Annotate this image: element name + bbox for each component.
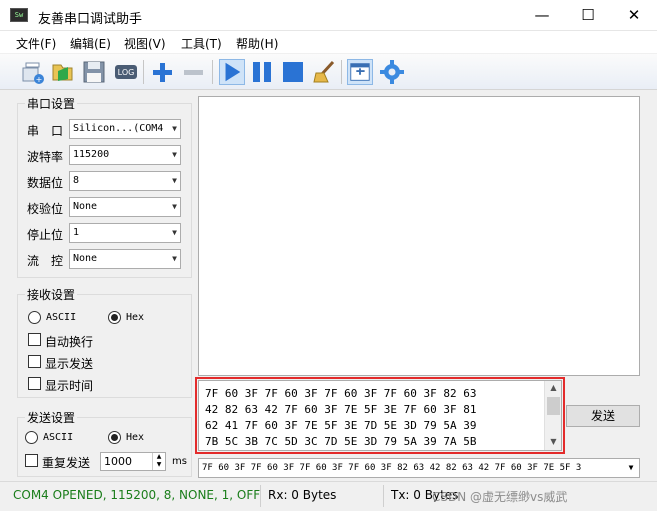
send-ascii-label: ASCII [43,432,74,443]
port-value: Silicon...(COM4 [73,123,164,134]
window-icon[interactable] [347,59,373,85]
send-history-value: 7F 60 3F 7F 60 3F 7F 60 3F 7F 60 3F 82 6… [202,463,582,473]
stepper-arrows-icon[interactable]: ▲ ▼ [152,453,165,470]
parity-value: None [73,201,98,212]
receive-hex-radio[interactable] [108,311,121,324]
menu-help[interactable]: 帮助(H) [236,35,278,52]
new-session-icon[interactable]: + [20,59,46,85]
show-send-checkbox[interactable] [28,355,41,368]
svg-text:+: + [36,75,43,84]
interval-unit: ms [172,456,187,467]
log-icon[interactable]: LOG [113,59,139,85]
toolbar: + LOG [0,54,657,90]
receive-text-area[interactable] [198,96,640,376]
minimize-icon[interactable]: — [519,0,565,31]
toolbar-separator [212,60,213,84]
send-history-select[interactable]: 7F 60 3F 7F 60 3F 7F 60 3F 7F 60 3F 82 6… [198,458,640,478]
chevron-down-icon: ▼ [172,202,177,211]
close-icon[interactable]: ✕ [611,0,657,31]
add-icon[interactable] [149,59,175,85]
menu-view[interactable]: 视图(V) [124,35,166,52]
show-time-label: 显示时间 [45,379,94,393]
scroll-up-icon[interactable]: ▲ [545,383,562,392]
stopbits-label: 停止位 [27,228,64,242]
receive-settings-group [17,294,192,398]
send-line: 7B 5C 3B 7C 5D 3C 7D 5E 3D 79 5A 39 7A 5… [205,435,477,448]
receive-ascii-radio[interactable] [28,311,41,324]
interval-stepper[interactable]: 1000 ▲ ▼ [100,452,166,471]
baud-label: 波特率 [27,150,64,164]
receive-ascii-label: ASCII [46,312,77,323]
send-hex-label: Hex [126,432,145,443]
send-line: 42 82 63 42 7F 60 3F 7E 5F 3E 7F 60 3F 8… [205,403,477,416]
window-title: 友善串口调试助手 [38,12,143,27]
menu-bar: 文件(F) 编辑(E) 视图(V) 工具(T) 帮助(H) [0,31,657,53]
flowcontrol-select[interactable]: None ▼ [69,249,181,269]
baud-value: 115200 [73,149,110,160]
repeat-send-checkbox[interactable] [25,454,38,467]
send-text-area[interactable]: 7F 60 3F 7F 60 3F 7F 60 3F 7F 60 3F 82 6… [195,377,565,454]
title-bar: Sw 友善串口调试助手 — ☐ ✕ [0,0,657,31]
send-scrollbar[interactable]: ▲ ▼ [544,381,561,450]
status-separator [383,485,384,507]
save-icon[interactable] [81,59,107,85]
chevron-down-icon: ▼ [172,228,177,237]
parity-label: 校验位 [27,202,64,216]
play-icon[interactable] [219,59,245,85]
send-line: 7F 60 3F 7F 60 3F 7F 60 3F 7F 60 3F 82 6… [205,387,477,400]
settings-icon[interactable] [379,59,405,85]
stopbits-value: 1 [73,227,80,238]
auto-wrap-checkbox[interactable] [28,333,41,346]
flowcontrol-label: 流 控 [27,254,64,268]
port-label: 串 口 [27,124,64,138]
stop-icon[interactable] [280,59,306,85]
send-settings-title: 发送设置 [25,409,78,426]
rx-count: Rx: 0 Bytes [268,488,337,502]
scroll-down-icon[interactable]: ▼ [545,437,562,446]
send-line: 62 41 7F 60 3F 7E 5F 3E 7D 5E 3D 79 5A 3… [205,419,477,432]
chevron-down-icon: ▼ [172,176,177,185]
auto-wrap-label: 自动换行 [45,335,94,349]
chevron-down-icon: ▼ [172,150,177,159]
pause-icon[interactable] [249,59,275,85]
toolbar-separator [143,60,144,84]
port-select[interactable]: Silicon...(COM4 ▼ [69,119,181,139]
receive-settings-title: 接收设置 [25,286,78,303]
chevron-down-icon: ▼ [172,124,177,133]
toolbar-separator [341,60,342,84]
scroll-thumb[interactable] [547,397,560,415]
remove-icon[interactable] [180,59,206,85]
send-hex-radio[interactable] [108,431,121,444]
receive-hex-label: Hex [126,312,145,323]
app-icon: Sw [10,8,28,22]
status-bar: COM4 OPENED, 115200, 8, NONE, 1, OFF Rx:… [0,481,657,511]
menu-edit[interactable]: 编辑(E) [70,35,111,52]
status-separator [260,485,261,507]
stopbits-select[interactable]: 1 ▼ [69,223,181,243]
open-icon[interactable] [50,59,76,85]
baud-select[interactable]: 115200 ▼ [69,145,181,165]
flowcontrol-value: None [73,253,98,264]
menu-tools[interactable]: 工具(T) [181,35,222,52]
watermark: CSDN @虚无缥缈vs威武 [432,490,568,504]
show-send-label: 显示发送 [45,357,94,371]
log-label: LOG [118,68,135,77]
send-button[interactable]: 发送 [566,405,640,427]
chevron-down-icon: ▼ [623,459,639,477]
databits-value: 8 [73,175,80,186]
maximize-icon[interactable]: ☐ [565,0,611,31]
clear-icon[interactable] [311,59,337,85]
parity-select[interactable]: None ▼ [69,197,181,217]
databits-select[interactable]: 8 ▼ [69,171,181,191]
port-status: COM4 OPENED, 115200, 8, NONE, 1, OFF [13,488,261,502]
repeat-send-label: 重复发送 [42,456,91,470]
send-ascii-radio[interactable] [25,431,38,444]
interval-value: 1000 [104,455,132,468]
serial-settings-title: 串口设置 [25,95,78,112]
menu-file[interactable]: 文件(F) [16,35,56,52]
databits-label: 数据位 [27,176,64,190]
show-time-checkbox[interactable] [28,377,41,390]
chevron-down-icon: ▼ [172,254,177,263]
